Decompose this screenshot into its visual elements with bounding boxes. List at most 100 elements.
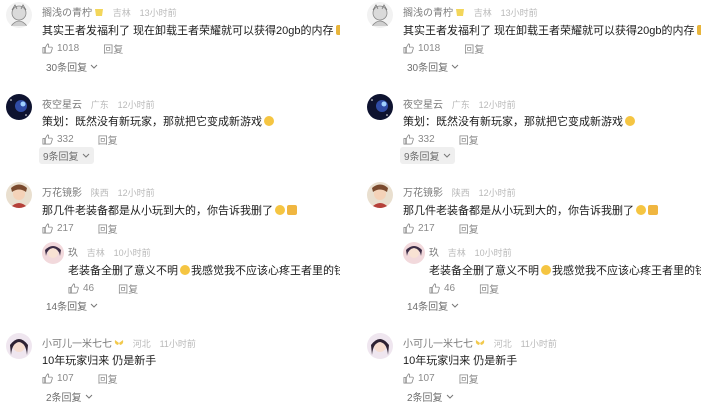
avatar[interactable] [367, 2, 393, 28]
comment-author[interactable]: 小可儿一米七七 [42, 339, 112, 350]
avatar[interactable] [367, 333, 393, 359]
view-replies-button[interactable]: 9条回复 [400, 147, 455, 164]
pray-emoji-icon [335, 25, 340, 35]
comment-column-left: 搁浅の青柠 吉林 13小时前 其实王者发福利了 现在卸载王者荣耀就可以获得20g… [0, 0, 340, 402]
avatar[interactable] [6, 2, 32, 28]
avatar[interactable] [42, 242, 64, 264]
like-count: 1018 [418, 43, 441, 54]
chevron-down-icon [451, 303, 459, 308]
chevron-down-icon [82, 153, 89, 158]
comment-actions: 46 回复 [68, 281, 138, 296]
reply-button[interactable]: 回复 [459, 371, 479, 386]
reply-button[interactable]: 回复 [103, 41, 123, 56]
thumb-up-icon [68, 283, 79, 294]
reply-button[interactable]: 回复 [479, 281, 499, 296]
avatar[interactable] [6, 94, 32, 120]
like-count: 332 [57, 134, 74, 145]
comment-text: 其实王者发福利了 现在卸载王者荣耀就可以获得20gb的内存 [403, 22, 701, 38]
view-replies-button[interactable]: 2条回复 [403, 388, 458, 402]
comment-actions: 217 回复 [403, 221, 479, 236]
like-button[interactable]: 107 [403, 373, 435, 384]
comment-actions: 332 回复 [403, 132, 479, 147]
comment-text: 老装备全删了意义不明我感觉我不应该心疼王者里的钱就留着王者了 [429, 265, 701, 277]
like-count: 46 [444, 283, 456, 294]
reply-button[interactable]: 回复 [459, 221, 479, 236]
like-button[interactable]: 332 [403, 134, 435, 145]
comment-meta: 小可儿一米七七 河北 11小时前 [42, 335, 196, 350]
like-count: 1018 [57, 43, 80, 54]
view-replies-label: 30条回复 [407, 63, 449, 74]
butterfly-badge-icon [114, 339, 124, 348]
like-button[interactable]: 46 [68, 283, 94, 294]
avatar[interactable] [367, 182, 393, 208]
comment-text: 老装备全删了意义不明我感觉我不应该心疼王者里的钱就留着王者了 [68, 265, 340, 277]
like-button[interactable]: 217 [42, 223, 74, 234]
view-replies-label: 9条回复 [404, 152, 440, 163]
comment-location: 河北 [132, 339, 151, 349]
thumb-up-icon [42, 373, 53, 384]
comment-meta: 夜空星云 广东 12小时前 [403, 96, 516, 111]
comment-location: 吉林 [473, 8, 492, 18]
thumb-up-icon [429, 283, 440, 294]
avatar[interactable] [403, 242, 425, 264]
comment-meta: 搁浅の青柠 吉林 13小时前 [403, 4, 538, 19]
like-button[interactable]: 1018 [42, 43, 79, 54]
comment-author[interactable]: 小可儿一米七七 [403, 339, 473, 350]
like-button[interactable]: 46 [429, 283, 455, 294]
comment-author[interactable]: 搁浅の青柠 [403, 8, 453, 19]
chevron-down-icon [443, 153, 450, 158]
chevron-down-icon [451, 64, 459, 69]
comment-text: 10年玩家归来 仍是新手 [403, 355, 518, 367]
comment-author[interactable]: 万花镜影 [403, 188, 443, 199]
reply-button[interactable]: 回复 [459, 132, 479, 147]
view-replies-button[interactable]: 30条回复 [42, 58, 102, 75]
comment-time: 12小时前 [478, 188, 516, 198]
comment-column-right: 搁浅の青柠 吉林 13小时前 其实王者发福利了 现在卸载王者荣耀就可以获得20g… [361, 0, 701, 402]
reply-button[interactable]: 回复 [98, 221, 118, 236]
comment-author[interactable]: 玖 [429, 248, 439, 259]
comment-author[interactable]: 搁浅の青柠 [42, 8, 92, 19]
like-button[interactable]: 1018 [403, 43, 440, 54]
comment-author[interactable]: 夜空星云 [42, 100, 82, 111]
chevron-down-icon [90, 64, 98, 69]
view-replies-button[interactable]: 2条回复 [42, 388, 97, 402]
like-button[interactable]: 217 [403, 223, 435, 234]
avatar[interactable] [6, 333, 32, 359]
like-button[interactable]: 107 [42, 373, 74, 384]
view-replies-button[interactable]: 30条回复 [403, 58, 463, 75]
pray-emoji-icon [696, 25, 701, 35]
comment-time: 13小时前 [139, 8, 177, 18]
reply-button[interactable]: 回复 [98, 371, 118, 386]
like-count: 332 [418, 134, 435, 145]
comment-actions: 1018 回复 [42, 41, 123, 56]
comment-text: 10年玩家归来 仍是新手 [42, 355, 157, 367]
comment-location: 河北 [493, 339, 512, 349]
reply-button[interactable]: 回复 [98, 132, 118, 147]
reply-button[interactable]: 回复 [464, 41, 484, 56]
comment-author[interactable]: 玖 [68, 248, 78, 259]
comment-time: 12小时前 [117, 188, 155, 198]
view-replies-button[interactable]: 14条回复 [403, 297, 463, 314]
comment-meta: 万花镜影 陕西 12小时前 [42, 184, 155, 199]
comment-author[interactable]: 夜空星云 [403, 100, 443, 111]
avatar-character-icon [6, 182, 32, 208]
comment-author[interactable]: 万花镜影 [42, 188, 82, 199]
like-button[interactable]: 332 [42, 134, 74, 145]
comment-actions: 46 回复 [429, 281, 499, 296]
comment-text: 那几件老装备都是从小玩到大的，你告诉我删了 [403, 202, 658, 218]
avatar[interactable] [367, 94, 393, 120]
comment-actions: 332 回复 [42, 132, 118, 147]
avatar[interactable] [6, 182, 32, 208]
view-replies-button[interactable]: 9条回复 [39, 147, 94, 164]
comment-text: 策划：既然没有新玩家，那就把它变成新游戏 [42, 113, 274, 129]
comment-location: 陕西 [90, 188, 109, 198]
thumb-up-icon [403, 134, 414, 145]
comment-location: 吉林 [112, 8, 131, 18]
like-count: 46 [83, 283, 95, 294]
comment-time: 12小时前 [117, 100, 155, 110]
view-replies-button[interactable]: 14条回复 [42, 297, 102, 314]
thumb-up-icon [42, 223, 53, 234]
avatar-girl-photo-icon [6, 333, 32, 359]
reply-button[interactable]: 回复 [118, 281, 138, 296]
avatar-girl-photo-icon [367, 333, 393, 359]
